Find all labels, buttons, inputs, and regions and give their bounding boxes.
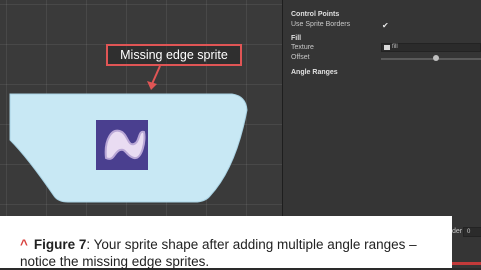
chevron-up-icon: ^: [20, 237, 28, 252]
red-strip: [452, 262, 481, 265]
order-field[interactable]: 0: [463, 227, 481, 237]
angle-ranges-header: Angle Ranges: [291, 69, 338, 76]
figure-caption: ^ Figure 7: Your sprite shape after addin…: [20, 236, 452, 270]
offset-label: Offset: [291, 54, 310, 61]
figure-label: Figure 7: [33, 237, 87, 252]
use-sprite-borders-label: Use Sprite Borders: [291, 21, 351, 28]
texture-value: fill: [392, 44, 398, 50]
offset-slider-knob[interactable]: [433, 55, 439, 61]
texture-field[interactable]: fill: [381, 43, 481, 52]
offset-slider[interactable]: [381, 55, 481, 61]
texture-label: Texture: [291, 44, 314, 51]
order-label: der: [452, 228, 463, 235]
texture-swatch-icon: [384, 45, 390, 50]
missing-edge-callout: Missing edge sprite: [106, 44, 242, 66]
fill-header: Fill: [291, 35, 302, 42]
use-sprite-borders-checkbox[interactable]: ✔: [382, 21, 389, 30]
control-points-header: Control Points: [291, 11, 340, 18]
